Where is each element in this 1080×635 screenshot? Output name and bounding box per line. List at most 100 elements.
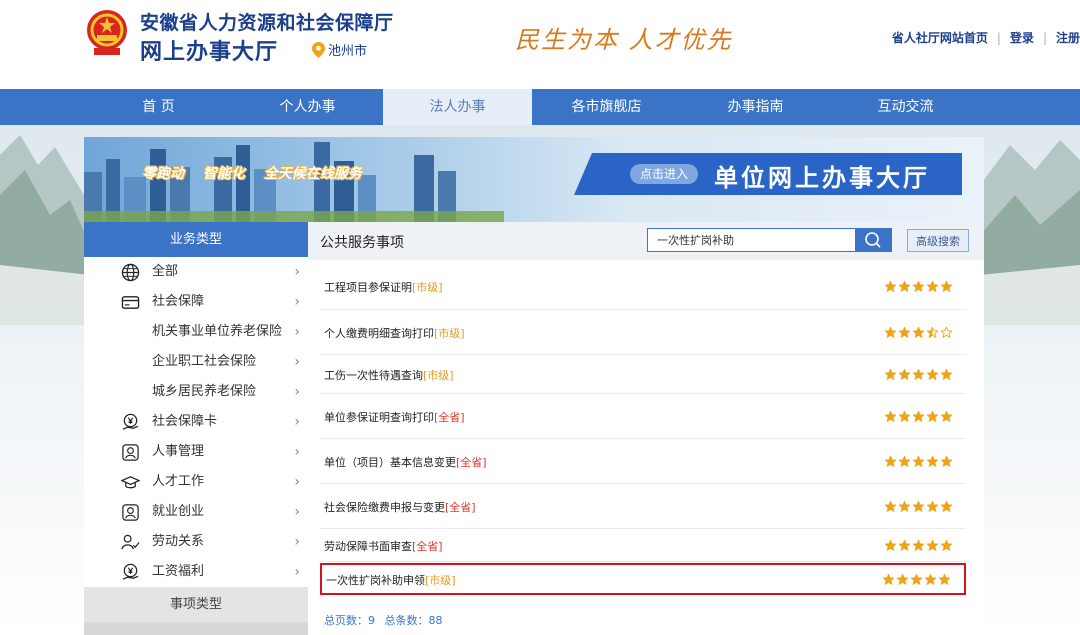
star-filled-icon bbox=[927, 368, 938, 380]
nav-home[interactable]: 首 页 bbox=[84, 89, 233, 125]
hand-yuan-icon bbox=[122, 413, 139, 430]
star-filled-icon bbox=[927, 455, 938, 467]
service-row[interactable]: 社会保险缴费申报与变更[全省] bbox=[320, 484, 966, 529]
sidebar-item-social-security[interactable]: 社会保障 › bbox=[84, 287, 308, 317]
nav-guide[interactable]: 办事指南 bbox=[681, 89, 830, 125]
sidebar-item-wages[interactable]: 工资福利 › bbox=[84, 557, 308, 587]
sidebar-item-label: 工资福利 bbox=[152, 564, 205, 579]
star-filled-icon bbox=[913, 280, 924, 292]
rating-stars bbox=[883, 573, 950, 585]
star-filled-icon bbox=[927, 410, 938, 422]
star-filled-icon bbox=[913, 455, 924, 467]
rating-stars bbox=[885, 500, 952, 512]
chevron-right-icon: › bbox=[294, 264, 300, 280]
star-filled-icon bbox=[941, 368, 952, 380]
star-filled-icon bbox=[941, 455, 952, 467]
service-scope-tag: [全省] bbox=[434, 411, 465, 424]
star-filled-icon bbox=[927, 500, 938, 512]
service-name: 社会保险缴费申报与变更[全省] bbox=[324, 499, 476, 515]
city-selector[interactable]: 池州市 bbox=[312, 40, 367, 59]
sidebar-item-label: 劳动关系 bbox=[152, 534, 205, 549]
chevron-right-icon: › bbox=[294, 504, 300, 520]
service-row[interactable]: 一次性扩岗补助申领[市级] bbox=[320, 563, 966, 595]
star-filled-icon bbox=[913, 539, 924, 551]
sidebar-item-enterprise-insurance[interactable]: 企业职工社会保险 › bbox=[84, 347, 308, 377]
banner-tags: 零跑动 智能化 全天候在线服务 bbox=[142, 163, 376, 183]
rating-stars bbox=[885, 280, 952, 292]
click-enter-pill: 点击进入 bbox=[630, 164, 699, 184]
service-name: 单位（项目）基本信息变更[全省] bbox=[324, 454, 487, 470]
sidebar-item-employment[interactable]: 就业创业 › bbox=[84, 497, 308, 527]
star-filled-icon bbox=[897, 573, 908, 585]
pagination-totals: 总页数：9 总条数：88 bbox=[324, 612, 449, 628]
panel-title: 公共服务事项 bbox=[320, 235, 404, 251]
chevron-right-icon: › bbox=[294, 324, 300, 340]
star-filled-icon bbox=[927, 539, 938, 551]
service-row[interactable]: 单位（项目）基本信息变更[全省] bbox=[320, 439, 966, 484]
unit-hall-entry-button[interactable]: 点击进入 单位网上办事大厅 bbox=[574, 153, 962, 195]
star-filled-icon bbox=[885, 455, 896, 467]
portal-home-link[interactable]: 省人社厅网站首页 bbox=[892, 31, 988, 45]
star-filled-icon bbox=[913, 500, 924, 512]
search-button[interactable] bbox=[855, 229, 891, 251]
item-type-header[interactable]: 事项类型 bbox=[84, 587, 308, 622]
star-filled-icon bbox=[913, 368, 924, 380]
mountain-illustration-right bbox=[980, 140, 1080, 325]
service-row[interactable]: 劳动保障书面审查[全省] bbox=[320, 529, 966, 562]
sidebar-item-institution-pension[interactable]: 机关事业单位养老保险 › bbox=[84, 317, 308, 347]
service-title: 工伤一次性待遇查询 bbox=[324, 369, 423, 382]
sidebar-item-labor-relations[interactable]: 劳动关系 › bbox=[84, 527, 308, 557]
national-emblem-icon bbox=[87, 10, 127, 55]
card-icon bbox=[121, 296, 140, 309]
service-scope-tag: [市级] bbox=[423, 369, 454, 382]
login-link[interactable]: 登录 bbox=[1010, 31, 1034, 45]
sidebar-item-personnel[interactable]: 人事管理 › bbox=[84, 437, 308, 467]
service-name: 一次性扩岗补助申领[市级] bbox=[326, 572, 456, 588]
cta-title: 单位网上办事大厅 bbox=[714, 164, 930, 192]
globe-icon bbox=[121, 263, 140, 282]
service-title: 劳动保障书面审查 bbox=[324, 540, 412, 553]
total-pages: 总页数：9 bbox=[324, 614, 375, 627]
chevron-right-icon: › bbox=[294, 294, 300, 310]
sidebar-item-all[interactable]: 全部 › bbox=[84, 257, 308, 287]
person-badge-icon bbox=[122, 444, 139, 461]
star-filled-icon bbox=[885, 326, 896, 338]
chevron-right-icon: › bbox=[294, 474, 300, 490]
register-link[interactable]: 注册 bbox=[1056, 31, 1080, 45]
sidebar-item-resident-pension[interactable]: 城乡居民养老保险 › bbox=[84, 377, 308, 407]
main-nav: 首 页 个人办事 法人办事 各市旗舰店 办事指南 互动交流 bbox=[0, 89, 1080, 125]
star-filled-icon bbox=[885, 368, 896, 380]
service-row[interactable]: 工程项目参保证明[市级] bbox=[320, 263, 966, 310]
banner-tag: 全天候在线服务 bbox=[263, 166, 362, 182]
service-scope-tag: [全省] bbox=[456, 456, 487, 469]
chevron-right-icon: › bbox=[294, 564, 300, 580]
service-row[interactable]: 单位参保证明查询打印[全省] bbox=[320, 394, 966, 439]
rating-stars bbox=[885, 410, 952, 422]
sidebar-item-talent[interactable]: 人才工作 › bbox=[84, 467, 308, 497]
people-check-icon bbox=[121, 534, 140, 550]
nav-interaction[interactable]: 互动交流 bbox=[831, 89, 980, 125]
star-filled-icon bbox=[885, 500, 896, 512]
star-filled-icon bbox=[913, 326, 924, 338]
service-title: 单位（项目）基本信息变更 bbox=[324, 456, 456, 469]
nav-legal-entity[interactable]: 法人办事 bbox=[383, 89, 532, 125]
city-name: 池州市 bbox=[328, 44, 368, 59]
star-filled-icon bbox=[941, 410, 952, 422]
service-title: 工程项目参保证明 bbox=[324, 281, 412, 294]
chevron-right-icon: › bbox=[294, 444, 300, 460]
hall-title: 网上办事大厅 bbox=[140, 40, 279, 65]
advanced-search-button[interactable]: 高级搜索 bbox=[907, 229, 969, 252]
search-input[interactable] bbox=[648, 229, 853, 251]
nav-city-stores[interactable]: 各市旗舰店 bbox=[532, 89, 681, 125]
service-row[interactable]: 工伤一次性待遇查询[市级] bbox=[320, 355, 966, 394]
person-badge-icon bbox=[122, 504, 139, 521]
nav-personal[interactable]: 个人办事 bbox=[233, 89, 382, 125]
chevron-right-icon: › bbox=[294, 354, 300, 370]
total-count: 总条数：88 bbox=[384, 614, 443, 627]
sidebar-item-social-security-card[interactable]: 社会保障卡 › bbox=[84, 407, 308, 437]
banner-tag: 智能化 bbox=[202, 166, 245, 182]
star-filled-icon bbox=[899, 500, 910, 512]
rating-stars bbox=[885, 539, 952, 551]
service-row[interactable]: 个人缴费明细查询打印[市级] bbox=[320, 310, 966, 355]
sidebar-item-label: 社会保障 bbox=[152, 294, 205, 309]
